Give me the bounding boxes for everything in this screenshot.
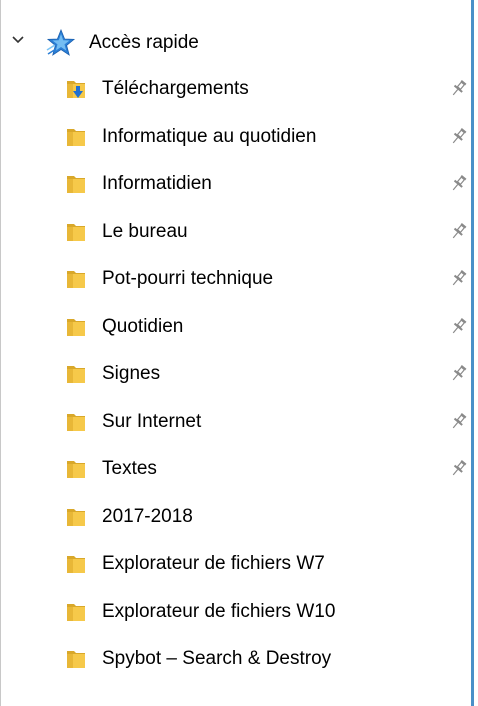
- pin-icon[interactable]: [449, 78, 469, 98]
- quick-access-item[interactable]: Téléchargements: [1, 66, 471, 114]
- quick-access-item[interactable]: Sur Internet: [1, 399, 471, 447]
- pin-icon[interactable]: [449, 316, 469, 336]
- pin-icon[interactable]: [449, 126, 469, 146]
- folder-icon: [65, 506, 87, 528]
- quick-access-item[interactable]: Spybot – Search & Destroy: [1, 636, 471, 684]
- folder-icon: [65, 173, 87, 195]
- folder-icon: [65, 411, 87, 433]
- quick-access-label: Accès rapide: [89, 32, 199, 53]
- folder-icon: [65, 458, 87, 480]
- quick-access-item[interactable]: Quotidien: [1, 304, 471, 352]
- pin-icon[interactable]: [449, 458, 469, 478]
- quick-access-item[interactable]: Textes: [1, 446, 471, 494]
- pin-icon[interactable]: [449, 411, 469, 431]
- quick-access-item-label: Quotidien: [102, 315, 184, 337]
- folder-icon: [65, 268, 87, 290]
- quick-access-item[interactable]: Le bureau: [1, 209, 471, 257]
- quick-access-item-label: Téléchargements: [102, 78, 249, 99]
- quick-access-item[interactable]: Explorateur de fichiers W7: [1, 541, 471, 589]
- quick-access-item[interactable]: Pot-pourri technique: [1, 256, 471, 304]
- quick-access-item-label: Signes: [102, 363, 161, 384]
- folder-icon: [65, 363, 87, 385]
- folder-icon: [65, 601, 87, 623]
- quick-access-node[interactable]: Accès rapide: [1, 20, 471, 66]
- quick-access-list: Téléchargements Informatique au quotidien…: [1, 66, 471, 684]
- quick-access-item[interactable]: Signes: [1, 351, 471, 399]
- folder-icon: [65, 553, 87, 575]
- quick-access-item[interactable]: Explorateur de fichiers W10: [1, 589, 471, 637]
- pin-icon[interactable]: [449, 268, 469, 288]
- pin-icon[interactable]: [449, 363, 469, 383]
- quick-access-item-label: Textes: [102, 458, 157, 479]
- folder-icon: [65, 126, 87, 148]
- quick-access-item-label: 2017-2018: [102, 505, 193, 527]
- quick-access-item[interactable]: Informatique au quotidien: [1, 114, 471, 162]
- quick-access-item[interactable]: Informatidien: [1, 161, 471, 209]
- folder-icon: [65, 648, 87, 670]
- quick-access-item-label: Informatique au quotidien: [102, 125, 317, 147]
- quick-access-item[interactable]: 2017-2018: [1, 494, 471, 542]
- pin-icon[interactable]: [449, 221, 469, 241]
- quick-access-item-label: Spybot – Search & Destroy: [102, 648, 332, 669]
- folder-icon: [65, 221, 87, 243]
- navigation-pane: Accès rapide Téléchargements Informatique…: [0, 0, 474, 706]
- quick-access-item-label: Pot-pourri technique: [102, 268, 274, 289]
- quick-access-item-label: Le bureau: [102, 220, 188, 242]
- chevron-down-icon[interactable]: [11, 33, 25, 47]
- quick-access-item-label: Informatidien: [102, 173, 212, 194]
- folder-icon: [65, 316, 87, 338]
- quick-access-item-label: Explorateur de fichiers W7: [102, 553, 325, 574]
- downloads-folder-icon: [65, 78, 87, 100]
- quick-access-item-label: Explorateur de fichiers W10: [102, 600, 336, 622]
- quick-access-star-icon: [46, 28, 76, 56]
- quick-access-item-label: Sur Internet: [102, 410, 202, 432]
- pin-icon[interactable]: [449, 173, 469, 193]
